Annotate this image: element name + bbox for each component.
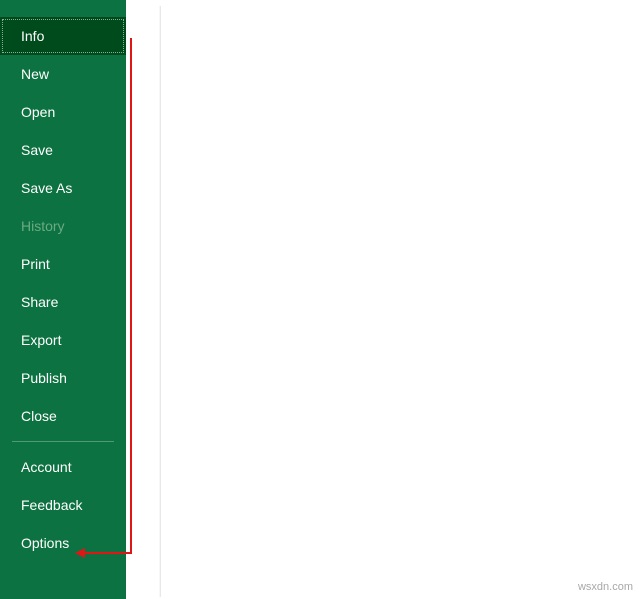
sidebar-item-label: Export	[21, 332, 61, 348]
sidebar-item-save-as[interactable]: Save As	[0, 169, 126, 207]
sidebar-item-history: History	[0, 207, 126, 245]
sidebar-item-feedback[interactable]: Feedback	[0, 486, 126, 524]
sidebar-item-share[interactable]: Share	[0, 283, 126, 321]
sidebar-item-save[interactable]: Save	[0, 131, 126, 169]
sidebar-item-label: Save As	[21, 180, 72, 196]
annotation-arrow-icon	[75, 548, 85, 558]
sidebar-item-label: Options	[21, 535, 69, 551]
sidebar-item-label: Account	[21, 459, 72, 475]
sidebar-item-publish[interactable]: Publish	[0, 359, 126, 397]
sidebar-item-export[interactable]: Export	[0, 321, 126, 359]
sidebar-item-label: Feedback	[21, 497, 82, 513]
sidebar-divider	[12, 441, 114, 442]
sidebar-item-account[interactable]: Account	[0, 448, 126, 486]
annotation-line-horizontal	[82, 552, 132, 554]
content-panel	[160, 6, 637, 597]
content-area	[126, 0, 639, 599]
sidebar-item-close[interactable]: Close	[0, 397, 126, 435]
sidebar-item-label: Info	[21, 28, 44, 44]
backstage-sidebar: Info New Open Save Save As History Print…	[0, 0, 126, 599]
sidebar-item-print[interactable]: Print	[0, 245, 126, 283]
sidebar-item-open[interactable]: Open	[0, 93, 126, 131]
sidebar-item-label: History	[21, 218, 65, 234]
sidebar-item-label: Share	[21, 294, 58, 310]
sidebar-item-label: New	[21, 66, 49, 82]
sidebar-item-label: Save	[21, 142, 53, 158]
sidebar-item-label: Print	[21, 256, 50, 272]
sidebar-item-label: Open	[21, 104, 55, 120]
sidebar-item-label: Publish	[21, 370, 67, 386]
sidebar-item-label: Close	[21, 408, 57, 424]
watermark-text: wsxdn.com	[578, 581, 633, 593]
sidebar-item-new[interactable]: New	[0, 55, 126, 93]
sidebar-item-info[interactable]: Info	[0, 17, 126, 55]
annotation-line-vertical	[130, 38, 132, 554]
sidebar-item-options[interactable]: Options	[0, 524, 126, 562]
